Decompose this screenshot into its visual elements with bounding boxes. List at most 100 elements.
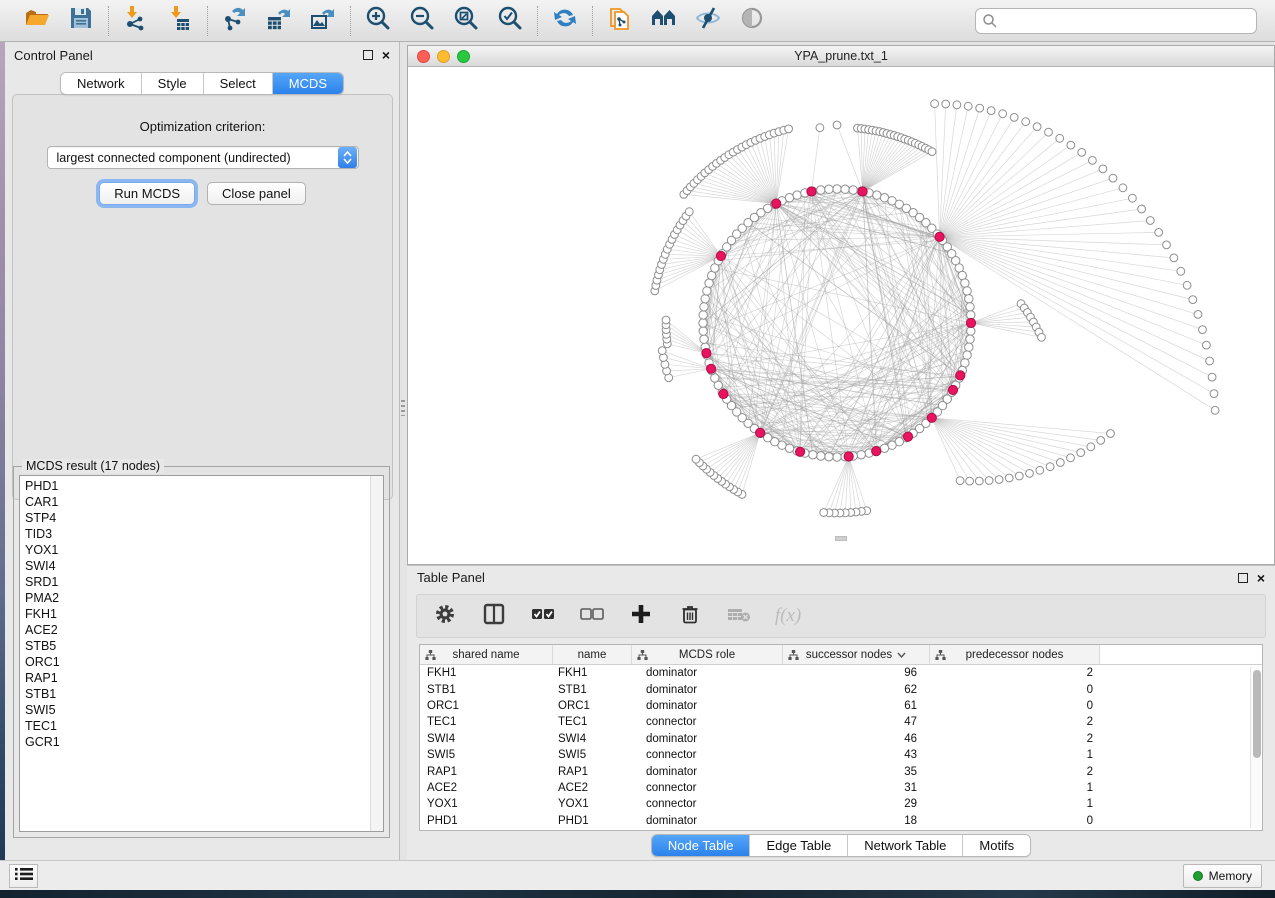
network-leaf-node[interactable]	[658, 347, 666, 355]
tab-node-table[interactable]: Node Table	[652, 835, 751, 856]
network-leaf-node[interactable]	[975, 477, 983, 485]
float-panel-icon[interactable]	[363, 50, 373, 60]
network-leaf-node[interactable]	[1067, 454, 1075, 462]
network-hub-node[interactable]	[844, 452, 853, 461]
first-neighbors-button[interactable]	[649, 6, 679, 36]
select-all-button[interactable]	[531, 604, 555, 628]
network-node[interactable]	[966, 303, 974, 311]
network-node[interactable]	[967, 327, 975, 335]
network-node[interactable]	[967, 311, 975, 319]
mcds-result-item[interactable]: STB1	[20, 686, 369, 702]
network-leaf-node[interactable]	[953, 101, 961, 109]
network-hub-node[interactable]	[903, 432, 912, 441]
network-node[interactable]	[701, 295, 709, 303]
zoom-selected-button[interactable]	[495, 6, 525, 36]
table-row[interactable]: ACE2ACE2connector311	[420, 780, 1262, 796]
network-hub-node[interactable]	[716, 251, 725, 260]
network-node[interactable]	[966, 335, 974, 343]
search-input[interactable]	[975, 8, 1257, 34]
network-leaf-node[interactable]	[692, 455, 700, 463]
network-node[interactable]	[963, 287, 971, 295]
network-hub-node[interactable]	[872, 447, 881, 456]
network-leaf-node[interactable]	[1038, 333, 1046, 341]
network-leaf-node[interactable]	[987, 107, 995, 115]
network-hub-node[interactable]	[935, 232, 944, 241]
save-session-button[interactable]	[66, 6, 96, 36]
network-leaf-node[interactable]	[1210, 390, 1218, 398]
network-leaf-node[interactable]	[1206, 357, 1214, 365]
network-leaf-node[interactable]	[1015, 472, 1023, 480]
table-row[interactable]: SWI5SWI5connector431	[420, 747, 1262, 763]
network-leaf-node[interactable]	[1056, 459, 1064, 467]
network-node[interactable]	[699, 327, 707, 335]
network-hub-node[interactable]	[858, 187, 867, 196]
network-leaf-node[interactable]	[816, 124, 824, 132]
show-all-button[interactable]	[737, 6, 767, 36]
tab-select[interactable]: Select	[204, 73, 273, 94]
maximize-window-icon[interactable]	[457, 50, 470, 63]
network-leaf-node[interactable]	[1146, 217, 1154, 225]
network-hub-node[interactable]	[772, 199, 781, 208]
network-leaf-node[interactable]	[1199, 326, 1207, 334]
column-header-successor-nodes[interactable]: successor nodes	[783, 645, 930, 664]
table-row[interactable]: RAP1RAP1dominator352	[420, 763, 1262, 779]
network-hub-node[interactable]	[807, 187, 816, 196]
network-node[interactable]	[963, 351, 971, 359]
network-leaf-node[interactable]	[1170, 254, 1178, 262]
mcds-result-item[interactable]: ORC1	[20, 654, 369, 670]
network-leaf-node[interactable]	[1045, 128, 1053, 136]
add-button[interactable]	[629, 604, 653, 628]
mcds-result-item[interactable]: SRD1	[20, 574, 369, 590]
memory-button[interactable]: Memory	[1183, 864, 1262, 888]
network-leaf-node[interactable]	[1177, 267, 1185, 275]
network-node[interactable]	[817, 452, 825, 460]
close-panel-button[interactable]: Close panel	[207, 182, 306, 205]
mcds-result-item[interactable]: STP4	[20, 510, 369, 526]
network-hub-node[interactable]	[702, 349, 711, 358]
network-leaf-node[interactable]	[1033, 123, 1041, 131]
network-leaf-node[interactable]	[928, 148, 936, 156]
network-leaf-node[interactable]	[1077, 449, 1085, 457]
column-header-name[interactable]: name	[553, 645, 632, 664]
network-window-titlebar[interactable]: YPA_prune.txt_1	[408, 46, 1274, 67]
table-row[interactable]: FKH1FKH1dominator962	[420, 665, 1262, 681]
network-leaf-node[interactable]	[1046, 463, 1054, 471]
table-splitter-grip[interactable]	[835, 536, 847, 541]
network-node[interactable]	[965, 295, 973, 303]
network-leaf-node[interactable]	[1183, 281, 1191, 289]
network-leaf-node[interactable]	[966, 477, 974, 485]
network-leaf-node[interactable]	[1067, 141, 1075, 149]
network-node[interactable]	[700, 303, 708, 311]
network-leaf-node[interactable]	[1189, 296, 1197, 304]
network-leaf-node[interactable]	[964, 102, 972, 110]
mcds-result-item[interactable]: STB5	[20, 638, 369, 654]
column-header-predecessor-nodes[interactable]: predecessor nodes	[930, 645, 1100, 664]
tab-edge-table[interactable]: Edge Table	[750, 835, 848, 856]
network-node[interactable]	[965, 343, 973, 351]
mcds-list-scrollbar[interactable]	[370, 476, 383, 831]
network-leaf-node[interactable]	[976, 104, 984, 112]
network-node[interactable]	[833, 453, 841, 461]
tab-mcds[interactable]: MCDS	[273, 73, 343, 94]
network-node[interactable]	[857, 451, 865, 459]
network-leaf-node[interactable]	[1211, 406, 1219, 414]
network-leaf-node[interactable]	[1099, 165, 1107, 173]
network-leaf-node[interactable]	[942, 100, 950, 108]
network-leaf-node[interactable]	[985, 477, 993, 485]
tab-style[interactable]: Style	[142, 73, 204, 94]
network-node[interactable]	[817, 186, 825, 194]
delete-button[interactable]	[678, 604, 702, 628]
run-mcds-button[interactable]: Run MCDS	[99, 182, 195, 205]
mcds-result-item[interactable]: SWI4	[20, 558, 369, 574]
network-leaf-node[interactable]	[931, 100, 939, 108]
network-node[interactable]	[841, 185, 849, 193]
network-node[interactable]	[825, 453, 833, 461]
criterion-select[interactable]: largest connected component (undirected)	[47, 146, 359, 169]
hide-selection-button[interactable]	[693, 6, 723, 36]
network-node[interactable]	[699, 319, 707, 327]
network-node[interactable]	[699, 311, 707, 319]
task-history-button[interactable]	[9, 864, 38, 888]
column-settings-button[interactable]	[433, 604, 457, 628]
close-panel-icon[interactable]: ×	[382, 50, 390, 60]
network-leaf-node[interactable]	[662, 316, 670, 324]
